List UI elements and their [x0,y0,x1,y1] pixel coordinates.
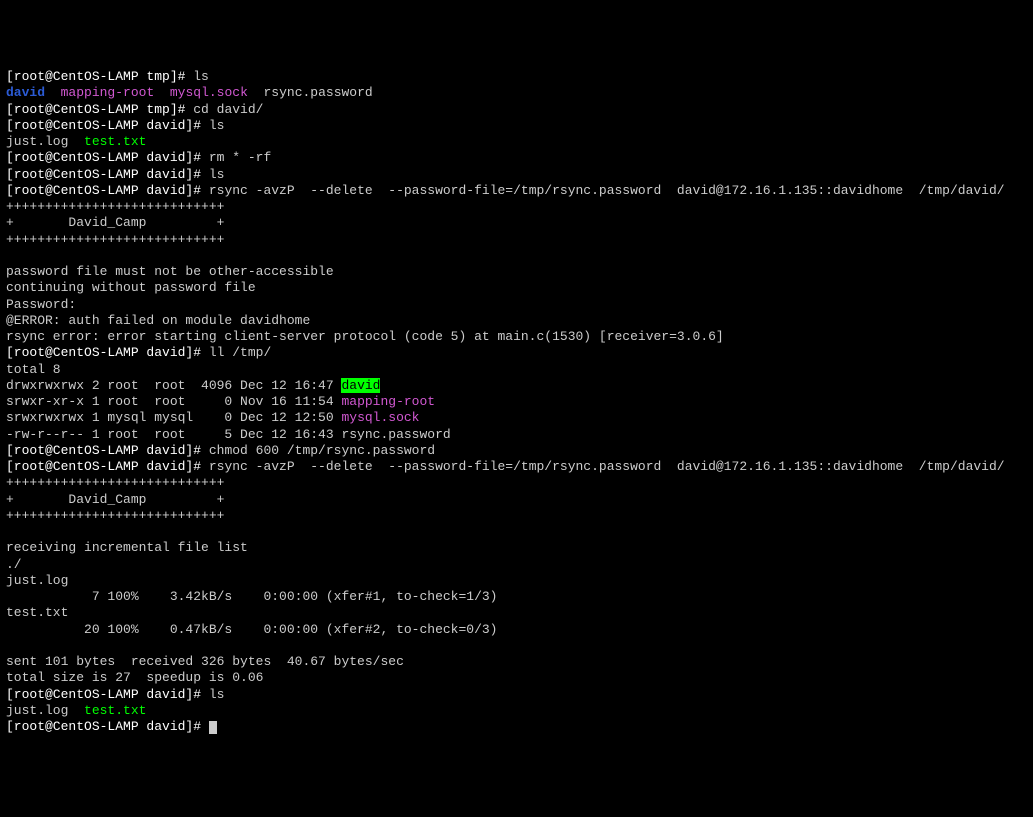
banner: + David_Camp + [6,215,224,230]
file-justlog: just.log [6,134,68,149]
terminal-output[interactable]: [root@CentOS-LAMP tmp]# ls david mapping… [6,69,1027,735]
ll-row: -rw-r--r-- 1 root root 5 Dec 12 16:43 rs… [6,427,451,442]
cmd: ls [209,167,225,182]
summary-line: sent 101 bytes received 326 bytes 40.67 … [6,654,404,669]
prompt: [root@CentOS-LAMP tmp]# [6,102,193,117]
err-line: password file must not be other-accessib… [6,264,334,279]
prompt: [root@CentOS-LAMP david]# [6,150,209,165]
file-justlog: just.log [6,703,68,718]
cmd: chmod 600 /tmp/rsync.password [209,443,435,458]
ll-total: total 8 [6,362,61,377]
dir-david: david [6,85,45,100]
prompt: [root@CentOS-LAMP tmp]# [6,69,193,84]
cmd: ll /tmp/ [209,345,271,360]
xfer-detail: 7 100% 3.42kB/s 0:00:00 (xfer#1, to-chec… [6,589,497,604]
cmd: rsync -avzP --delete --password-file=/tm… [209,459,1005,474]
sock-mysql: mysql.sock [341,410,419,425]
summary-line: total size is 27 speedup is 0.06 [6,670,263,685]
banner: ++++++++++++++++++++++++++++ [6,508,224,523]
xfer-name: test.txt [6,605,68,620]
sock-maproot: mapping-root [341,394,435,409]
sock-mysql: mysql.sock [170,85,248,100]
file-rsyncpw: rsync.password [263,85,372,100]
prompt: [root@CentOS-LAMP david]# [6,687,209,702]
err-line: continuing without password file [6,280,256,295]
ll-row: srwxrwxrwx 1 mysql mysql 0 Dec 12 12:50 [6,410,341,425]
prompt: [root@CentOS-LAMP david]# [6,118,209,133]
ll-row: srwxr-xr-x 1 root root 0 Nov 16 11:54 [6,394,341,409]
file-testtxt: test.txt [84,703,146,718]
cursor-block[interactable] [209,721,217,734]
err-line: Password: [6,297,76,312]
banner: + David_Camp + [6,492,224,507]
banner: ++++++++++++++++++++++++++++ [6,475,224,490]
prompt: [root@CentOS-LAMP david]# [6,459,209,474]
prompt: [root@CentOS-LAMP david]# [6,443,209,458]
prompt: [root@CentOS-LAMP david]# [6,345,209,360]
cmd: rsync -avzP --delete --password-file=/tm… [209,183,1005,198]
cmd: ls [209,118,225,133]
prompt: [root@CentOS-LAMP david]# [6,183,209,198]
recv-line: receiving incremental file list [6,540,248,555]
banner: ++++++++++++++++++++++++++++ [6,232,224,247]
cmd: ls [209,687,225,702]
prompt: [root@CentOS-LAMP david]# [6,167,209,182]
cmd: rm * -rf [209,150,271,165]
cmd: cd david/ [193,102,263,117]
err-line: @ERROR: auth failed on module davidhome [6,313,310,328]
cmd: ls [193,69,209,84]
xfer-detail: 20 100% 0.47kB/s 0:00:00 (xfer#2, to-che… [6,622,497,637]
prompt: [root@CentOS-LAMP david]# [6,719,209,734]
dot-line: ./ [6,557,22,572]
dir-david: david [341,378,380,393]
banner: ++++++++++++++++++++++++++++ [6,199,224,214]
xfer-name: just.log [6,573,68,588]
file-testtxt: test.txt [84,134,146,149]
ll-row: drwxrwxrwx 2 root root 4096 Dec 12 16:47 [6,378,341,393]
err-line: rsync error: error starting client-serve… [6,329,724,344]
sock-maproot: mapping-root [61,85,155,100]
